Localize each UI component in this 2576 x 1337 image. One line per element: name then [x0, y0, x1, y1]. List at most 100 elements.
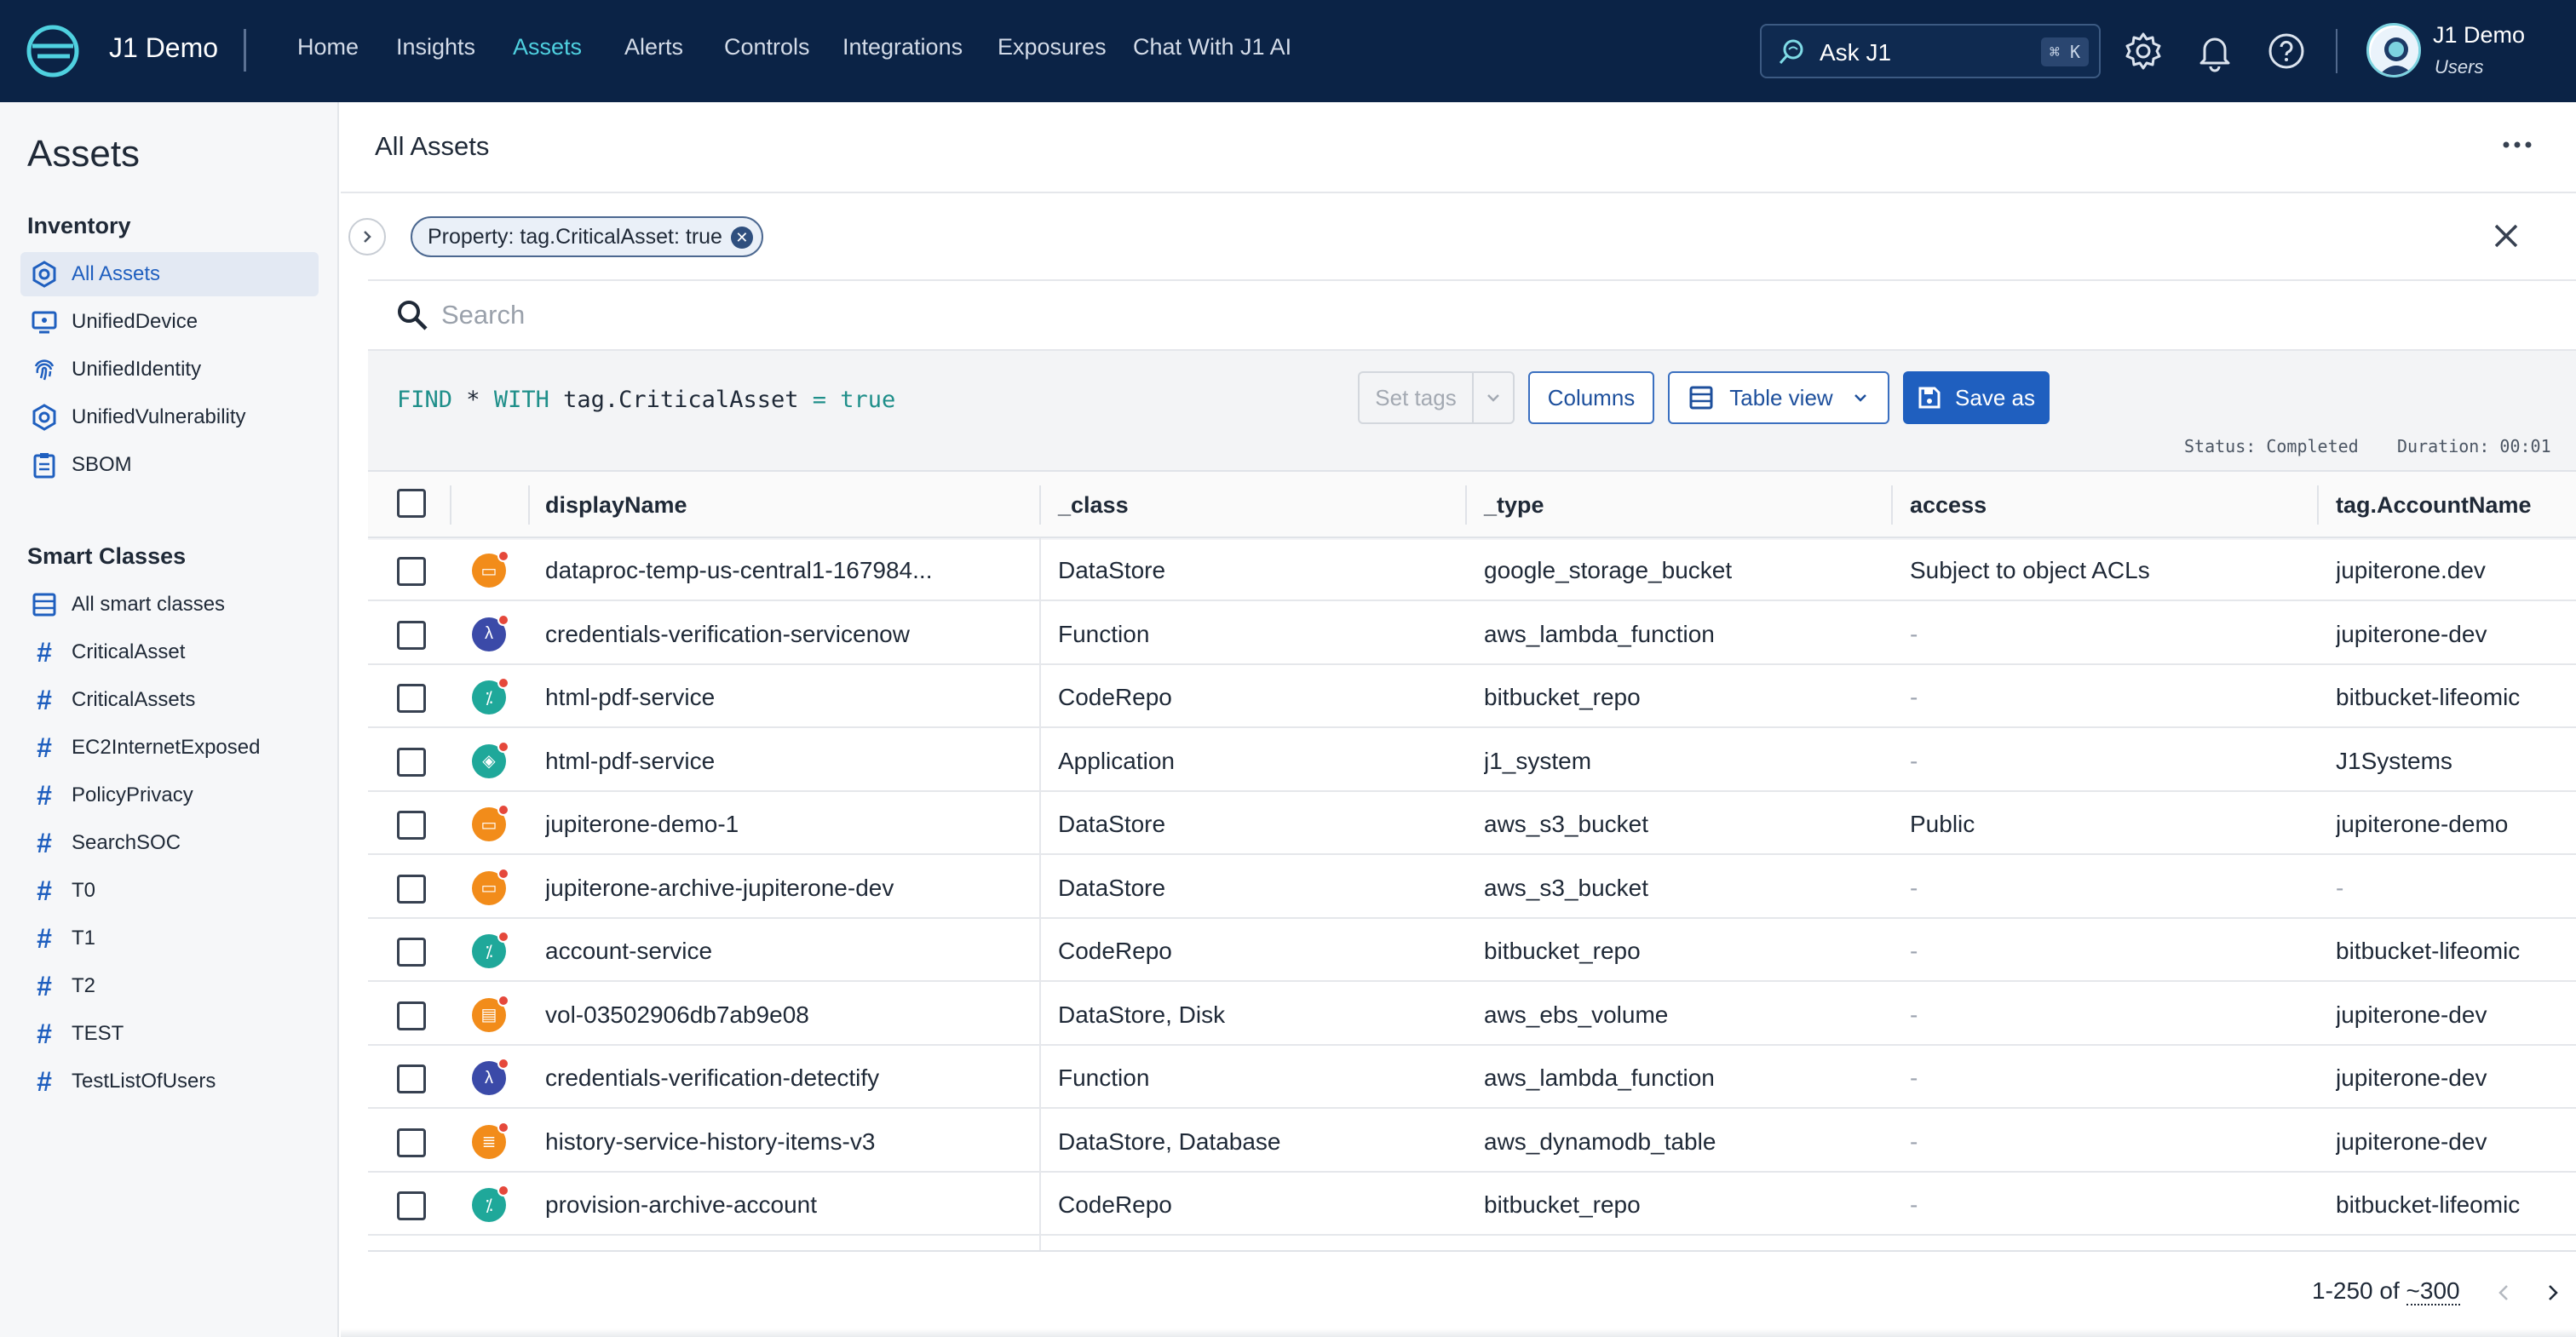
sidebar-item-criticalasset[interactable]: # CriticalAsset — [20, 630, 319, 674]
table-row[interactable]: ◈ html-pdf-service Application j1_system - J1… — [368, 730, 2576, 792]
cell-class: DataStore, Disk — [1058, 1001, 1226, 1028]
sidebar-item-all-smart-classes[interactable]: All smart classes — [20, 582, 319, 627]
pagination-text: 1-250 of ~300 — [2312, 1277, 2460, 1305]
search-input[interactable] — [441, 293, 2486, 337]
previous-page-button[interactable] — [2487, 1276, 2521, 1310]
chevron-down-icon — [1487, 394, 1499, 402]
cell-displayname[interactable]: credentials-verification-detectify — [545, 1047, 946, 1109]
table-row[interactable]: ⁒ account-service CodeRepo bitbucket_repo - b… — [368, 921, 2576, 982]
sidebar-item-unifieddevice[interactable]: UnifiedDevice — [20, 300, 319, 344]
table-row[interactable]: ▭ dataproc-temp-us-central1-167984... Data… — [368, 540, 2576, 601]
sidebar-item-testlistofusers[interactable]: # TestListOfUsers — [20, 1059, 319, 1104]
expand-filters-button[interactable] — [348, 218, 386, 255]
cell-displayname[interactable]: provision-archive-account — [545, 1174, 946, 1236]
table-row[interactable]: λ credentials-verification-detectify Funct… — [368, 1047, 2576, 1109]
table-row[interactable]: ▭ jupiterone-demo-1 DataStore aws_s3_bucket… — [368, 794, 2576, 855]
sidebar-item-searchsoc[interactable]: # SearchSOC — [20, 821, 319, 865]
row-checkbox[interactable] — [397, 1001, 426, 1030]
pagination-range: 1-250 of — [2312, 1277, 2406, 1304]
code-icon: ⁒ — [472, 931, 509, 968]
table-row[interactable]: ⁒ provision-archive-account CodeRepo bitbuc… — [368, 1174, 2576, 1236]
table-view-select[interactable]: Table view — [1668, 371, 1889, 424]
sidebar-item-t0[interactable]: # T0 — [20, 869, 319, 913]
next-page-button[interactable] — [2535, 1276, 2569, 1310]
user-avatar[interactable] — [2366, 23, 2421, 77]
column-header-type[interactable]: _type — [1484, 472, 1544, 538]
nav-home[interactable]: Home — [297, 34, 396, 60]
close-filters-icon[interactable] — [2487, 217, 2525, 255]
column-separator[interactable] — [1465, 485, 1467, 525]
table-row[interactable]: ⁒ html-pdf-service CodeRepo bitbucket_repo -… — [368, 667, 2576, 728]
help-icon[interactable] — [2264, 29, 2309, 73]
table-row[interactable]: ▤ vol-03502906db7ab9e08 DataStore, Disk aws… — [368, 984, 2576, 1046]
row-checkbox[interactable] — [397, 938, 426, 967]
cell-displayname[interactable]: vol-03502906db7ab9e08 — [545, 984, 946, 1046]
nav-insights[interactable]: Insights — [396, 34, 513, 60]
row-checkbox[interactable] — [397, 684, 426, 713]
jupiterone-logo-icon[interactable] — [26, 24, 80, 78]
row-checkbox[interactable] — [397, 747, 426, 777]
column-separator[interactable] — [1891, 485, 1893, 525]
nav-alerts[interactable]: Alerts — [624, 34, 724, 60]
table-row[interactable]: ≣ history-service-history-items-v3 DataSto… — [368, 1110, 2576, 1173]
sidebar-item-t1[interactable]: # T1 — [20, 916, 319, 961]
nav-exposures[interactable]: Exposures — [998, 34, 1133, 60]
nav-assets[interactable]: Assets — [513, 34, 624, 60]
remove-filter-icon[interactable]: ✕ — [730, 227, 753, 249]
sidebar-item-policyprivacy[interactable]: # PolicyPrivacy — [20, 773, 319, 818]
cell-displayname[interactable]: history-service-history-items-v3 — [545, 1111, 946, 1173]
user-name[interactable]: J1 Demo — [2433, 22, 2525, 49]
column-separator[interactable] — [1039, 485, 1041, 525]
column-header-displayname[interactable]: displayName — [545, 472, 687, 538]
more-options-icon[interactable] — [2496, 128, 2539, 162]
set-tags-dropdown-button[interactable] — [1472, 371, 1515, 424]
cell-displayname[interactable]: dataproc-temp-us-central1-167984... — [545, 540, 946, 601]
sidebar-item-unifiedidentity[interactable]: UnifiedIdentity — [20, 347, 319, 392]
nav-chat-with-j1-ai[interactable]: Chat With J1 AI — [1133, 34, 1291, 60]
ask-j1-search[interactable]: Ask J1 ⌘ K — [1760, 24, 2101, 78]
row-checkbox[interactable] — [397, 557, 426, 586]
cell-displayname[interactable]: account-service — [545, 921, 946, 982]
columns-button[interactable]: Columns — [1528, 371, 1654, 424]
sidebar-item-criticalassets[interactable]: # CriticalAssets — [20, 678, 319, 722]
column-separator[interactable] — [2317, 485, 2319, 525]
nav-integrations[interactable]: Integrations — [842, 34, 998, 60]
filter-chip[interactable]: Property: tag.CriticalAsset: true ✕ — [411, 216, 763, 257]
alert-dot-icon — [497, 931, 509, 943]
select-all-checkbox[interactable] — [397, 489, 426, 518]
row-checkbox[interactable] — [397, 620, 426, 650]
nav-controls[interactable]: Controls — [724, 34, 842, 60]
query-text[interactable]: FIND * WITH tag.CriticalAsset = true — [397, 387, 895, 413]
sidebar-item-sbom[interactable]: SBOM — [20, 443, 319, 487]
cell-displayname[interactable]: credentials-verification-servicenow — [545, 604, 946, 665]
set-tags-button[interactable]: Set tags — [1358, 371, 1474, 424]
cell-displayname[interactable]: html-pdf-service — [545, 667, 946, 728]
pagination-total[interactable]: ~300 — [2406, 1277, 2460, 1305]
table-row[interactable]: λ credentials-verification-servicenow Func… — [368, 603, 2576, 665]
row-checkbox[interactable] — [397, 1191, 426, 1220]
column-header-class[interactable]: _class — [1058, 472, 1129, 538]
column-header-access[interactable]: access — [1910, 472, 1987, 538]
table-row[interactable]: ▭ jupiterone-archive-jupiterone-dev DataSt… — [368, 857, 2576, 919]
sidebar-item-all-assets[interactable]: All Assets — [20, 252, 319, 296]
cell-class: CodeRepo — [1058, 1191, 1172, 1218]
table-row[interactable]: ◈apps/j1-gc-integration-dev-v3Applicatio… — [368, 1237, 2576, 1251]
row-checkbox[interactable] — [397, 1128, 426, 1157]
brand-name[interactable]: J1 Demo — [109, 32, 218, 64]
cell-displayname[interactable]: html-pdf-service — [545, 731, 946, 792]
cell-displayname[interactable]: apps/j1-gc-integration-dev-v3 — [545, 1238, 946, 1251]
sidebar-item-unifiedvulnerability[interactable]: UnifiedVulnerability — [20, 395, 319, 439]
sidebar-item-ec2internetexposed[interactable]: # EC2InternetExposed — [20, 726, 319, 770]
cell-displayname[interactable]: jupiterone-demo-1 — [545, 794, 946, 855]
sidebar-item-test[interactable]: # TEST — [20, 1012, 319, 1056]
cell-displayname[interactable]: jupiterone-archive-jupiterone-dev — [545, 858, 946, 919]
sidebar-item-t2[interactable]: # T2 — [20, 964, 319, 1008]
save-as-button[interactable]: Save as — [1903, 371, 2050, 424]
row-checkbox[interactable] — [397, 811, 426, 840]
row-checkbox[interactable] — [397, 874, 426, 904]
bell-icon[interactable] — [2193, 29, 2237, 73]
alert-dot-icon — [497, 1185, 509, 1196]
settings-icon[interactable] — [2121, 29, 2165, 73]
row-checkbox[interactable] — [397, 1064, 426, 1093]
column-header-accountname[interactable]: tag.AccountName — [2336, 472, 2532, 538]
